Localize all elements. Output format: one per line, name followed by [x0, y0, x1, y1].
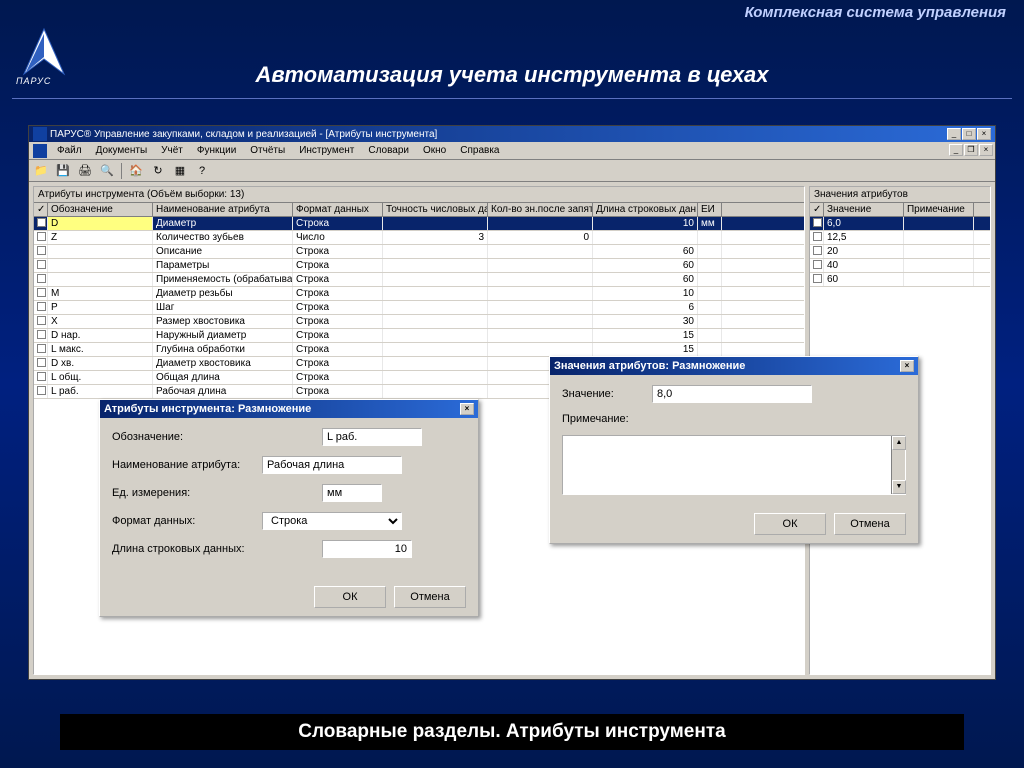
menu-Файл[interactable]: Файл	[50, 143, 89, 158]
table-row[interactable]: ОписаниеСтрока60	[34, 245, 804, 259]
app-title: ПАРУС® Управление закупками, складом и р…	[50, 129, 437, 140]
column-header[interactable]: Кол-во зн.после запят	[488, 203, 593, 216]
mdi-minimize-button[interactable]: _	[949, 144, 963, 156]
table-row[interactable]: ZКоличество зубьевЧисло30	[34, 231, 804, 245]
main-app-window: ПАРУС® Управление закупками, складом и р…	[28, 125, 996, 680]
menu-Отчёты[interactable]: Отчёты	[243, 143, 292, 158]
tb-preview-icon[interactable]: 🔍	[97, 162, 117, 180]
menu-Справка[interactable]: Справка	[453, 143, 506, 158]
designation-input[interactable]	[322, 428, 422, 446]
tb-nav-icon[interactable]: ▦	[170, 162, 190, 180]
mdi-restore-button[interactable]: ❐	[964, 144, 978, 156]
slide-system-name: Комплексная система управления	[745, 4, 1006, 21]
attributes-panel-header: Атрибуты инструмента (Объём выборки: 13)	[34, 187, 804, 203]
values-panel-header: Значения атрибутов	[810, 187, 990, 203]
table-row[interactable]: 60	[810, 273, 990, 287]
table-row[interactable]: 12,5	[810, 231, 990, 245]
length-label: Длина строковых данных:	[112, 543, 272, 555]
dialog1-cancel-button[interactable]: Отмена	[394, 586, 466, 608]
toolbar-separator	[121, 163, 122, 179]
dialog1-title: Атрибуты инструмента: Размножение	[104, 403, 311, 415]
menu-Инструмент[interactable]: Инструмент	[292, 143, 361, 158]
units-label: Ед. измерения:	[112, 487, 262, 499]
scroll-down-icon[interactable]: ▼	[892, 480, 906, 494]
table-row[interactable]: MДиаметр резьбыСтрока10	[34, 287, 804, 301]
slide-title: Автоматизация учета инструмента в цехах	[0, 62, 1024, 88]
dialog2-title-bar[interactable]: Значения атрибутов: Размножение ×	[550, 357, 918, 375]
table-row[interactable]: DДиаметрСтрока10мм	[34, 217, 804, 231]
tb-open-icon[interactable]: 📁	[31, 162, 51, 180]
minimize-button[interactable]: _	[947, 128, 961, 140]
column-header[interactable]: Формат данных	[293, 203, 383, 216]
column-header[interactable]: ЕИ	[698, 203, 722, 216]
table-row[interactable]: L макс.Глубина обработкиСтрока15	[34, 343, 804, 357]
value-label: Значение:	[562, 388, 652, 400]
table-row[interactable]: D нар.Наружный диаметрСтрока15	[34, 329, 804, 343]
menu-bar: ФайлДокументыУчётФункцииОтчётыИнструмент…	[29, 142, 995, 160]
column-header[interactable]: Наименование атрибута	[153, 203, 293, 216]
maximize-button[interactable]: □	[962, 128, 976, 140]
column-header[interactable]: Примечание	[904, 203, 974, 216]
menu-Учёт[interactable]: Учёт	[154, 143, 190, 158]
tb-print-icon[interactable]: 🖨	[75, 162, 95, 180]
dialog2-ok-button[interactable]: ОК	[754, 513, 826, 535]
format-label: Формат данных:	[112, 515, 262, 527]
table-row[interactable]: Применяемость (обрабатываеСтрока60	[34, 273, 804, 287]
slide-underline	[12, 98, 1012, 99]
format-select[interactable]: Строка	[262, 512, 402, 530]
table-row[interactable]: 20	[810, 245, 990, 259]
table-row[interactable]: 40	[810, 259, 990, 273]
column-header[interactable]: Точность числовых да	[383, 203, 488, 216]
column-header[interactable]: Значение	[824, 203, 904, 216]
app-icon	[33, 127, 47, 141]
scroll-up-icon[interactable]: ▲	[892, 436, 906, 450]
menu-Словари[interactable]: Словари	[361, 143, 416, 158]
note-textarea[interactable]: ▲ ▼	[562, 435, 906, 495]
menu-Окно[interactable]: Окно	[416, 143, 453, 158]
dialog1-close-button[interactable]: ×	[460, 403, 474, 415]
column-header[interactable]: Длина строковых дан	[593, 203, 698, 216]
units-input[interactable]	[322, 484, 382, 502]
length-input[interactable]	[322, 540, 412, 558]
table-row[interactable]: 6,0	[810, 217, 990, 231]
dialog2-title: Значения атрибутов: Размножение	[554, 360, 745, 372]
table-row[interactable]: PШагСтрока6	[34, 301, 804, 315]
mdi-close-button[interactable]: ×	[979, 144, 993, 156]
designation-label: Обозначение:	[112, 431, 262, 443]
dialog1-title-bar[interactable]: Атрибуты инструмента: Размножение ×	[100, 400, 478, 418]
tb-refresh-icon[interactable]: ↻	[148, 162, 168, 180]
table-row[interactable]: XРазмер хвостовикаСтрока30	[34, 315, 804, 329]
slide-footer: Словарные разделы. Атрибуты инструмента	[60, 714, 964, 750]
tb-save-icon[interactable]: 💾	[53, 162, 73, 180]
attr-name-label: Наименование атрибута:	[112, 459, 262, 471]
value-duplicate-dialog: Значения атрибутов: Размножение × Значен…	[549, 356, 919, 544]
value-input[interactable]	[652, 385, 812, 403]
menu-Документы[interactable]: Документы	[89, 143, 155, 158]
attribute-duplicate-dialog: Атрибуты инструмента: Размножение × Обоз…	[99, 399, 479, 617]
brand-logo	[14, 24, 74, 84]
tb-home-icon[interactable]: 🏠	[126, 162, 146, 180]
dialog2-close-button[interactable]: ×	[900, 360, 914, 372]
dialog2-cancel-button[interactable]: Отмена	[834, 513, 906, 535]
column-header[interactable]: Обозначение	[48, 203, 153, 216]
close-button[interactable]: ×	[977, 128, 991, 140]
toolbar: 📁 💾 🖨 🔍 🏠 ↻ ▦ ?	[29, 160, 995, 182]
attr-name-input[interactable]	[262, 456, 402, 474]
mdi-icon	[33, 144, 47, 158]
note-label: Примечание:	[562, 413, 652, 425]
menu-Функции[interactable]: Функции	[190, 143, 243, 158]
dialog1-ok-button[interactable]: ОК	[314, 586, 386, 608]
note-scrollbar[interactable]: ▲ ▼	[891, 436, 905, 494]
table-row[interactable]: ПараметрыСтрока60	[34, 259, 804, 273]
app-title-bar: ПАРУС® Управление закупками, складом и р…	[29, 126, 995, 142]
tb-help-icon[interactable]: ?	[192, 162, 212, 180]
